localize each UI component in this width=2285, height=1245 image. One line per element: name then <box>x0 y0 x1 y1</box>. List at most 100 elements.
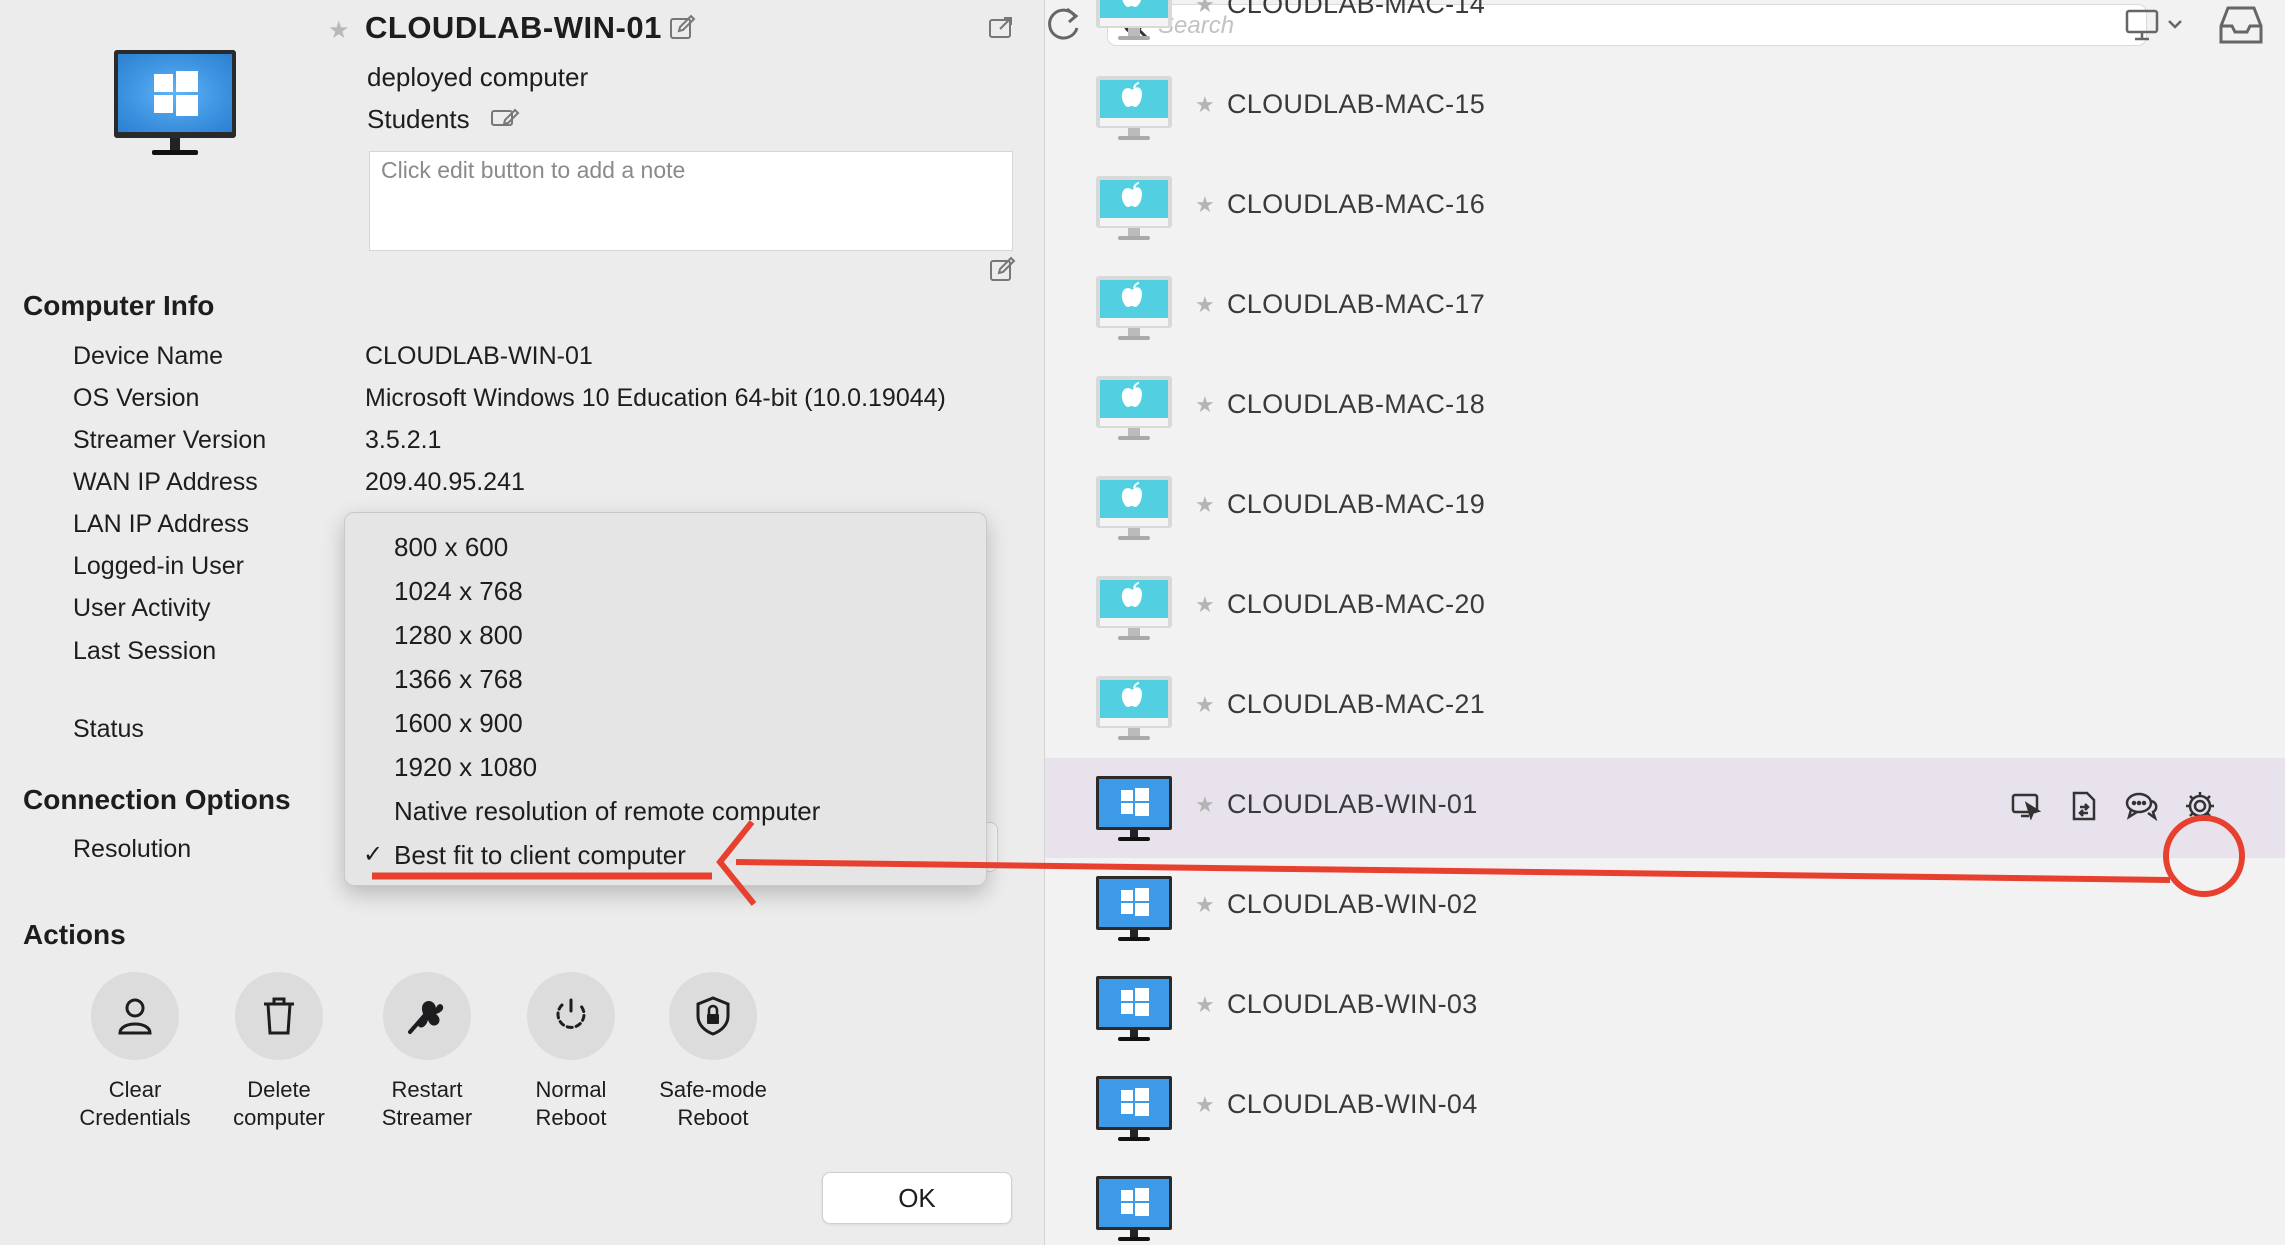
user-activity-label: User Activity <box>73 594 211 622</box>
safe-mode-reboot-label-1: Safe-mode <box>659 1077 767 1102</box>
computer-list-row[interactable]: ★ CLOUDLAB-MAC-16 <box>1045 158 2285 258</box>
favorite-star-icon[interactable]: ★ <box>328 16 350 45</box>
computer-list-row[interactable] <box>1045 1158 2285 1245</box>
computer-name: CLOUDLAB-MAC-14 <box>1227 0 1486 19</box>
favorite-star-icon[interactable]: ★ <box>1195 1092 1215 1118</box>
favorite-star-icon[interactable]: ★ <box>1195 792 1215 818</box>
normal-reboot-label-1: Normal <box>535 1077 607 1102</box>
file-transfer-icon[interactable] <box>2066 788 2102 824</box>
windows-computer-icon <box>1094 974 1174 1044</box>
chat-icon[interactable] <box>2124 788 2160 824</box>
clear-credentials-button[interactable]: Clear Credentials <box>70 972 200 1132</box>
computer-list-row[interactable]: ★ CLOUDLAB-MAC-19 <box>1045 458 2285 558</box>
safe-mode-reboot-label-2: Reboot <box>677 1105 749 1130</box>
row-action-buttons <box>2008 788 2218 824</box>
windows-computer-icon <box>1094 1174 1174 1244</box>
resolution-option-best-fit[interactable]: ✓ Best fit to client computer <box>345 833 986 877</box>
favorite-star-icon[interactable]: ★ <box>1195 692 1215 718</box>
computer-list-row[interactable]: ★ CLOUDLAB-MAC-15 <box>1045 58 2285 158</box>
resolution-option-1366x768[interactable]: 1366 x 768 <box>345 657 986 701</box>
windows-computer-icon <box>114 50 236 155</box>
person-icon <box>118 998 152 1035</box>
resolution-option-800x600[interactable]: 800 x 600 <box>345 525 986 569</box>
normal-reboot-button[interactable]: Normal Reboot <box>506 972 636 1132</box>
resolution-option-label: 1366 x 768 <box>394 664 523 694</box>
power-icon <box>556 998 586 1029</box>
computer-list-row[interactable]: ★ CLOUDLAB-WIN-01 <box>1045 758 2285 858</box>
mac-computer-icon <box>1094 0 1174 44</box>
mac-computer-icon <box>1094 574 1174 644</box>
computer-name: CLOUDLAB-WIN-02 <box>1227 889 1478 919</box>
popout-window-icon[interactable] <box>988 16 1014 40</box>
resolution-option-label: 1600 x 900 <box>394 708 523 738</box>
favorite-star-icon[interactable]: ★ <box>1195 392 1215 418</box>
computer-list-row[interactable]: ★ CLOUDLAB-MAC-14 <box>1045 0 2285 58</box>
group-name: Students <box>367 104 470 134</box>
computer-list-row[interactable]: ★ CLOUDLAB-MAC-21 <box>1045 658 2285 758</box>
favorite-star-icon[interactable]: ★ <box>1195 0 1215 18</box>
edit-group-icon[interactable] <box>490 107 520 131</box>
remote-control-icon[interactable] <box>2008 788 2044 824</box>
resolution-option-native[interactable]: Native resolution of remote computer <box>345 789 986 833</box>
resolution-option-1600x900[interactable]: 1600 x 900 <box>345 701 986 745</box>
computer-name: CLOUDLAB-MAC-20 <box>1227 589 1486 619</box>
note-placeholder: Click edit button to add a note <box>381 157 686 183</box>
computer-name: CLOUDLAB-MAC-21 <box>1227 689 1486 719</box>
logged-in-user-label: Logged-in User <box>73 552 244 580</box>
computer-list-row[interactable]: ★ CLOUDLAB-MAC-17 <box>1045 258 2285 358</box>
computer-info-heading: Computer Info <box>23 290 215 321</box>
favorite-star-icon[interactable]: ★ <box>1195 992 1215 1018</box>
trash-icon <box>264 997 294 1035</box>
lan-ip-label: LAN IP Address <box>73 510 250 538</box>
windows-computer-icon <box>1094 774 1174 844</box>
note-field[interactable]: Click edit button to add a note <box>369 151 1013 251</box>
edit-name-icon[interactable] <box>668 14 696 42</box>
resolution-option-label: Native resolution of remote computer <box>394 796 821 826</box>
favorite-star-icon[interactable]: ★ <box>1195 592 1215 618</box>
normal-reboot-label-2: Reboot <box>535 1105 607 1130</box>
resolution-option-label: 800 x 600 <box>394 532 509 562</box>
restart-streamer-button[interactable]: Restart Streamer <box>362 972 492 1132</box>
resolution-option-1024x768[interactable]: 1024 x 768 <box>345 569 986 613</box>
computer-list-row[interactable]: ★ CLOUDLAB-MAC-18 <box>1045 358 2285 458</box>
shield-lock-icon <box>696 996 730 1036</box>
mac-computer-icon <box>1094 374 1174 444</box>
computer-name: CLOUDLAB-MAC-17 <box>1227 289 1486 319</box>
favorite-star-icon[interactable]: ★ <box>1195 292 1215 318</box>
restart-streamer-label-2: Streamer <box>381 1105 473 1130</box>
delete-computer-button[interactable]: Delete computer <box>214 972 344 1132</box>
clear-credentials-label-1: Clear <box>108 1077 162 1102</box>
mac-computer-icon <box>1094 674 1174 744</box>
resolution-option-label: Best fit to client computer <box>394 840 686 870</box>
favorite-star-icon[interactable]: ★ <box>1195 92 1215 118</box>
mac-computer-icon <box>1094 74 1174 144</box>
computer-list-row[interactable]: ★ CLOUDLAB-WIN-04 <box>1045 1058 2285 1158</box>
windows-computer-icon <box>1094 874 1174 944</box>
clear-credentials-label-2: Credentials <box>79 1105 191 1130</box>
computer-name-title: CLOUDLAB-WIN-01 <box>365 10 662 45</box>
favorite-star-icon[interactable]: ★ <box>1195 192 1215 218</box>
delete-computer-label-2: computer <box>233 1105 325 1130</box>
streamer-version-value: 3.5.2.1 <box>365 426 442 454</box>
actions-heading: Actions <box>23 919 126 950</box>
resolution-option-label: 1280 x 800 <box>394 620 523 650</box>
delete-computer-label-1: Delete <box>247 1077 311 1102</box>
computer-list-row[interactable]: ★ CLOUDLAB-MAC-20 <box>1045 558 2285 658</box>
gear-icon[interactable] <box>2182 788 2218 824</box>
mac-computer-icon <box>1094 274 1174 344</box>
resolution-option-1280x800[interactable]: 1280 x 800 <box>345 613 986 657</box>
checkmark-icon: ✓ <box>363 841 384 868</box>
edit-note-icon[interactable] <box>988 256 1016 284</box>
connection-options-heading: Connection Options <box>23 784 291 815</box>
streamer-version-label: Streamer Version <box>73 426 267 454</box>
resolution-option-1920x1080[interactable]: 1920 x 1080 <box>345 745 986 789</box>
ok-button[interactable]: OK <box>822 1172 1012 1224</box>
safe-mode-reboot-button[interactable]: Safe-mode Reboot <box>648 972 778 1132</box>
resolution-option-label: 1920 x 1080 <box>394 752 538 782</box>
mac-computer-icon <box>1094 474 1174 544</box>
computer-list-row[interactable]: ★ CLOUDLAB-WIN-02 <box>1045 858 2285 958</box>
computer-list-row[interactable]: ★ CLOUDLAB-WIN-03 <box>1045 958 2285 1058</box>
favorite-star-icon[interactable]: ★ <box>1195 492 1215 518</box>
favorite-star-icon[interactable]: ★ <box>1195 892 1215 918</box>
computer-details-panel: ★ CLOUDLAB-WIN-01 deployed computer Stud… <box>0 0 1045 1245</box>
